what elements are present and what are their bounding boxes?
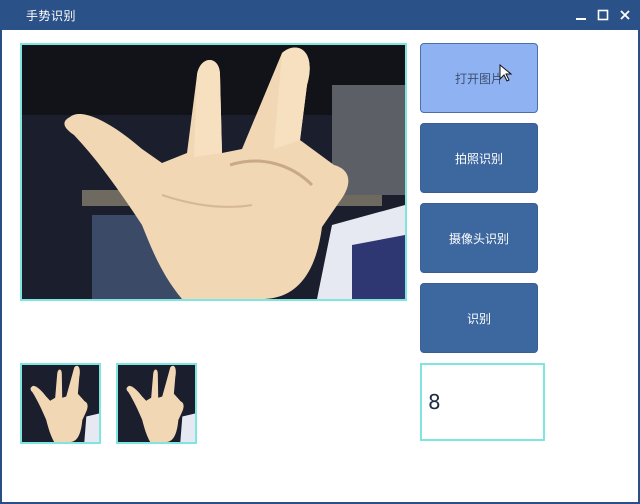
main-image-view bbox=[20, 43, 407, 301]
close-icon bbox=[620, 10, 630, 20]
maximize-button[interactable] bbox=[592, 4, 614, 26]
hand-gesture-image bbox=[22, 45, 405, 299]
mouse-cursor-icon bbox=[499, 64, 513, 82]
photo-recognize-button[interactable]: 拍照识别 bbox=[420, 123, 538, 193]
title-bar: 手势识别 bbox=[0, 0, 640, 30]
recognize-button[interactable]: 识别 bbox=[420, 283, 538, 353]
window-title: 手势识别 bbox=[26, 9, 77, 23]
thumbnail-hand-image bbox=[22, 365, 99, 442]
thumbnail-2[interactable] bbox=[116, 363, 197, 444]
close-button[interactable] bbox=[614, 4, 636, 26]
app-window: 手势识别 打开图片 拍照识别 摄像头识别 识别 8 bbox=[0, 0, 640, 504]
photo-recognize-label: 拍照识别 bbox=[454, 151, 503, 166]
open-image-button[interactable]: 打开图片 bbox=[420, 43, 538, 113]
thumbnail-1[interactable] bbox=[20, 363, 101, 444]
recognize-label: 识别 bbox=[466, 311, 491, 326]
result-value: 8 bbox=[428, 390, 441, 414]
client-area: 打开图片 拍照识别 摄像头识别 识别 8 bbox=[2, 30, 638, 502]
open-image-label: 打开图片 bbox=[454, 71, 503, 86]
minimize-button[interactable] bbox=[570, 4, 592, 26]
camera-recognize-button[interactable]: 摄像头识别 bbox=[420, 203, 538, 273]
result-display: 8 bbox=[420, 363, 545, 441]
thumbnail-hand-image bbox=[118, 365, 195, 442]
minimize-icon bbox=[576, 18, 586, 20]
camera-recognize-label: 摄像头识别 bbox=[448, 231, 509, 246]
maximize-icon bbox=[597, 9, 609, 21]
